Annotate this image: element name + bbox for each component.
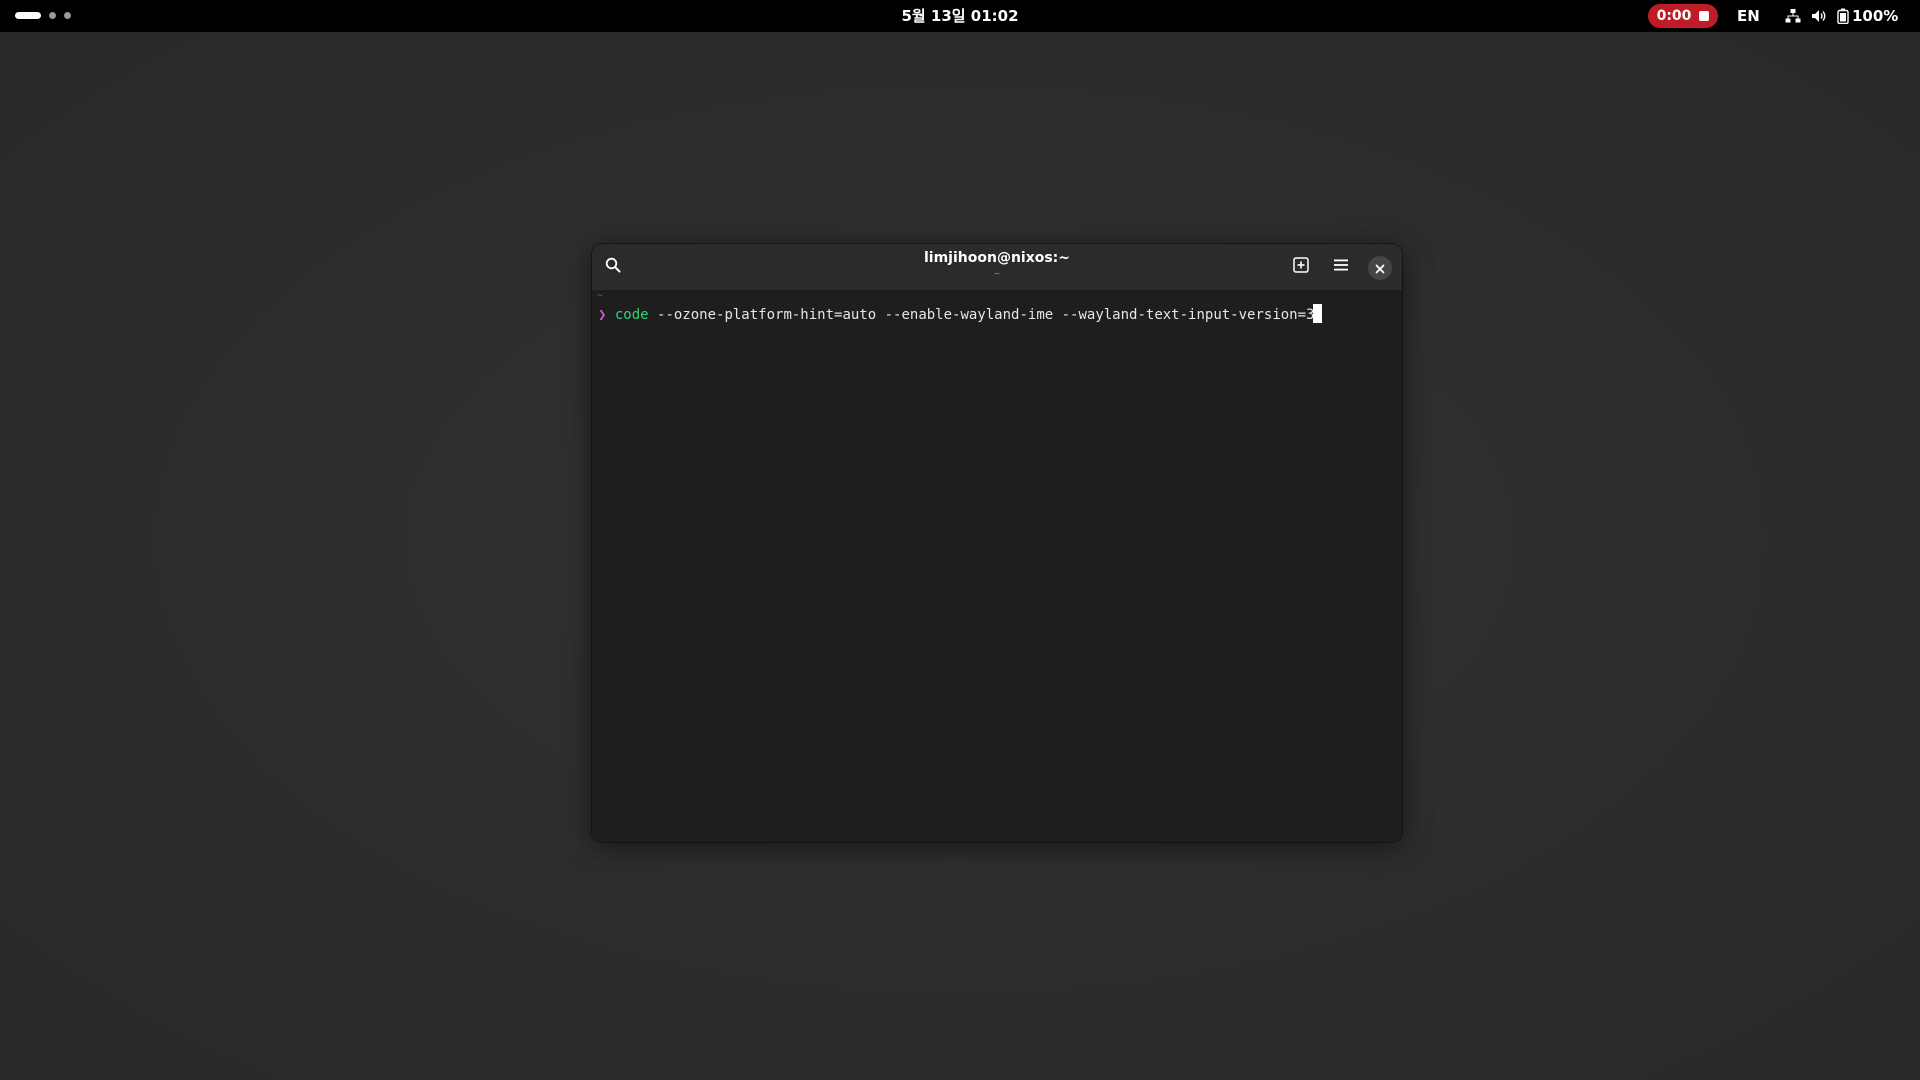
close-icon [1375,259,1385,278]
window-subtitle: ~ [993,269,1001,278]
terminal-window[interactable]: limjihoon@nixos:~ ~ ~ ❯ code --ozone-pla… [592,244,1402,842]
battery-icon [1837,8,1849,24]
workspace-dot[interactable] [64,12,71,19]
terminal-content[interactable]: ~ ❯ code --ozone-platform-hint=auto --en… [592,290,1402,842]
current-directory: ~ [597,291,603,301]
system-status-menu[interactable]: 100% [1785,0,1898,32]
clock-area: 5월 13일 01:02 [0,0,1920,32]
workspace-active[interactable] [15,12,41,19]
stop-icon[interactable] [1699,11,1710,21]
prompt-symbol: ❯ [598,307,607,323]
network-icon [1785,8,1801,24]
main-menu-button[interactable] [1326,252,1356,282]
recording-time: 0:00 [1656,8,1692,24]
top-bar: 5월 13일 01:02 0:00 EN 100% [0,0,1920,32]
text-cursor [1313,304,1323,323]
new-tab-button[interactable] [1286,252,1316,282]
new-tab-icon [1293,257,1309,277]
command-line[interactable]: ❯ code --ozone-platform-hint=auto --enab… [598,304,1323,325]
screen-recording-indicator[interactable]: 0:00 [1648,4,1718,28]
workspace-indicator[interactable] [15,12,71,19]
battery-percentage: 100% [1852,7,1899,25]
command-arguments: --ozone-platform-hint=auto --enable-wayl… [648,307,1315,323]
volume-icon [1811,8,1827,24]
menu-icon [1333,257,1349,277]
workspace-dot[interactable] [49,12,56,19]
command-name: code [614,307,649,323]
terminal-header-bar[interactable]: limjihoon@nixos:~ ~ [592,244,1402,290]
window-title: limjihoon@nixos:~ [923,250,1071,266]
clock[interactable]: 5월 13일 01:02 [901,7,1018,25]
close-button[interactable] [1368,256,1392,280]
input-language[interactable]: EN [1737,0,1760,32]
